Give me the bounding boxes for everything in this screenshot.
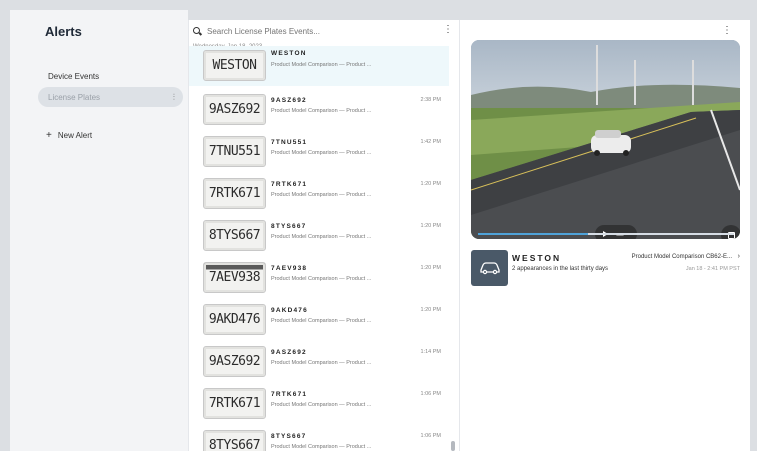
event-time: 1:20 PM [420,265,441,271]
scrollbar[interactable] [451,441,455,451]
plate-number: 9AKD476 [271,307,308,314]
fullscreen-button[interactable] [721,225,740,239]
plate-thumbnail: 7AEV938 [203,262,266,293]
video-frame [471,40,740,239]
video-progress[interactable] [478,233,734,235]
plate-number: 8TYS667 [271,223,307,230]
plate-thumbnail: WESTON [203,50,266,81]
event-time: 1:20 PM [420,223,441,229]
event-time: 1:06 PM [420,391,441,397]
new-alert-button[interactable]: + New Alert [46,130,92,141]
event-time: 1:42 PM [420,139,441,145]
event-time: 1:20 PM [420,307,441,313]
plate-thumbnail: 7RTK671 [203,388,266,419]
detail-camera-link[interactable]: Product Model Comparison CB62-E... [632,254,732,260]
list-item[interactable]: 7TNU551 7TNU551 Product Model Comparison —… [189,130,449,170]
car-icon [479,262,500,275]
plate-number: WESTON [271,50,307,57]
plate-thumbnail: 7RTK671 [203,178,266,209]
event-description: Product Model Comparison — Product ... [271,444,372,450]
video-progress-fill [478,233,589,235]
sidebar-title: Alerts [45,24,82,39]
search-bar: ⋮ [189,20,461,42]
event-description: Product Model Comparison — Product ... [271,234,372,240]
plate-thumbnail: 9ASZ692 [203,94,266,125]
pin-icon[interactable]: ⫶ [173,92,175,103]
event-description: Product Model Comparison — Product ... [271,150,372,156]
list-item[interactable]: 8TYS667 8TYS667 Product Model Comparison —… [189,214,449,254]
list-item[interactable]: 9AKD476 9AKD476 Product Model Comparison —… [189,298,449,338]
plate-number: 7AEV938 [271,265,308,272]
plate-number: 9ASZ692 [271,97,307,104]
plate-number: 7TNU551 [271,139,308,146]
list-item[interactable]: 8TYS667 8TYS667 Product Model Comparison —… [189,424,449,451]
plate-thumbnail: 7TNU551 [203,136,266,167]
detail-plate: WESTON [512,253,562,263]
sidebar-item-label: License Plates [48,92,101,102]
event-description: Product Model Comparison — Product ... [271,402,372,408]
vehicle-tile [471,250,508,286]
event-description: Product Model Comparison — Product ... [271,360,372,366]
new-alert-label: New Alert [57,131,93,140]
kebab-icon[interactable]: ⋮ [443,25,453,35]
detail-appearances: 2 appearances in the last thirty days [512,266,609,272]
events-list-panel: ⋮ Wednesday, Jan 18, 2023 WESTONWESTONPr… [188,20,460,451]
list-item[interactable]: 9ASZ692 9ASZ692 Product Model Comparison —… [189,340,449,380]
video-player[interactable] [471,40,740,239]
event-time: 1:14 PM [420,349,441,355]
plate-thumbnail: 8TYS667 [203,220,266,251]
list-item[interactable]: 7AEV938 7AEV938 Product Model Comparison —… [189,256,449,296]
event-description: Product Model Comparison — Product ... [271,318,372,324]
event-description: Product Model Comparison — Product ... [271,108,372,114]
list-item[interactable]: 9ASZ692 9ASZ692 Product Model Comparison —… [189,88,449,128]
chevron-right-icon[interactable]: › [738,253,740,260]
event-time: 1:06 PM [420,433,441,439]
plate-number: 7RTK671 [271,391,308,398]
detail-panel: ⋮ WESTON 2 appearances in the last thirt… [460,20,750,451]
list-item[interactable]: 7RTK671 7RTK671 Product Model Comparison —… [189,172,449,212]
event-description: Product Model Comparison — Product ... [271,192,372,198]
plate-number: 8TYS667 [271,433,307,440]
sidebar-item-label: Device Events [48,71,100,81]
plate-number: 7RTK671 [271,181,308,188]
list-item[interactable]: 7RTK671 7RTK671 Product Model Comparison —… [189,382,449,422]
search-input[interactable] [207,26,437,36]
event-description: Product Model Comparison — Product ... [271,62,372,68]
plate-thumbnail: 8TYS667 [203,430,266,451]
sidebar-item-device-events[interactable]: Device Events [38,66,183,86]
search-icon [193,26,202,36]
plate-thumbnail: 9ASZ692 [203,346,266,377]
event-time: 1:20 PM [420,181,441,187]
event-time: 2:38 PM [420,97,441,103]
detail-date: Jan 18 - 2:41 PM PST [685,266,740,272]
plate-number: 9ASZ692 [271,349,307,356]
list-item[interactable]: WESTON WESTON Product Model Comparison — P… [189,46,449,86]
kebab-icon[interactable]: ⋮ [722,25,732,36]
plate-thumbnail: 9AKD476 [203,304,266,335]
sidebar-item-license-plates[interactable]: License Plates ⫶ [38,87,183,107]
sidebar: Alerts Device Events License Plates ⫶ + … [10,10,188,451]
player-controls[interactable] [595,225,637,239]
event-description: Product Model Comparison — Product ... [271,276,372,282]
plus-icon: + [46,130,52,141]
